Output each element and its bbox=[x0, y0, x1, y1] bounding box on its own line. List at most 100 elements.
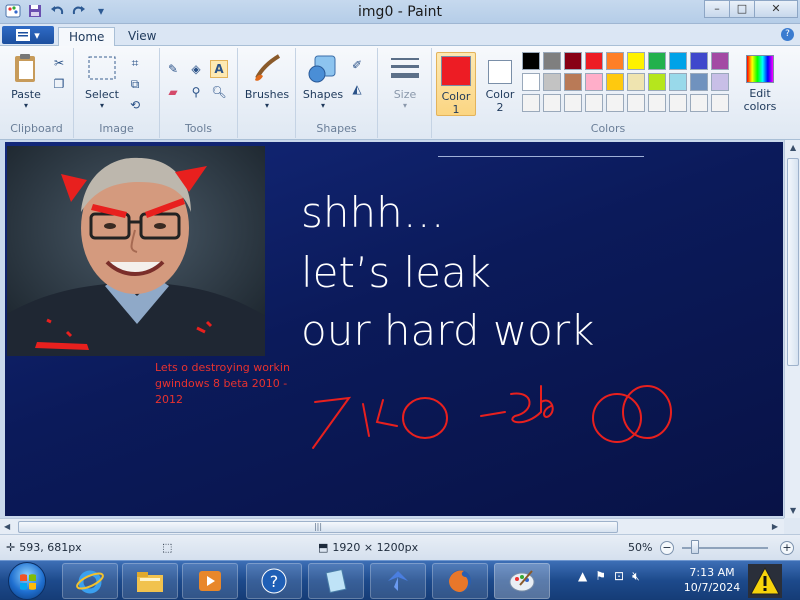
window-title: img0 - Paint bbox=[358, 4, 442, 20]
fill-icon[interactable]: ◈ bbox=[187, 60, 205, 78]
select-icon bbox=[86, 52, 118, 84]
text-icon[interactable]: A bbox=[210, 60, 228, 78]
palette-swatch[interactable] bbox=[522, 73, 540, 91]
ribbon: Paste ▾ ✂ ❐ Clipboard Select ▾ ⌗ ⧉ ⟲ Ima… bbox=[0, 46, 800, 140]
palette-swatch[interactable] bbox=[606, 94, 624, 112]
rotate-icon[interactable]: ⟲ bbox=[126, 96, 144, 114]
palette-swatch[interactable] bbox=[564, 94, 582, 112]
palette-swatch[interactable] bbox=[585, 52, 603, 70]
taskbar-app-bird[interactable] bbox=[370, 563, 426, 599]
zoom-in-icon[interactable]: + bbox=[780, 541, 794, 555]
resize-icon[interactable]: ⧉ bbox=[126, 75, 144, 93]
taskbar-clock[interactable]: 7:13 AM 10/7/2024 bbox=[680, 565, 744, 595]
size-group[interactable]: Size ▾ bbox=[378, 48, 432, 138]
show-hidden-icons-icon[interactable]: ▲ bbox=[578, 569, 587, 584]
paste-button[interactable]: Paste ▾ bbox=[4, 52, 48, 110]
outline-icon[interactable]: ✐ bbox=[348, 56, 366, 74]
paint-menu-button[interactable]: ▾ bbox=[2, 26, 54, 44]
zoom-slider-thumb[interactable] bbox=[690, 540, 699, 554]
scroll-down-icon[interactable]: ▼ bbox=[790, 506, 796, 515]
palette-swatch[interactable] bbox=[711, 73, 729, 91]
palette-swatch[interactable] bbox=[669, 73, 687, 91]
taskbar-firefox[interactable] bbox=[432, 563, 488, 599]
palette-swatch[interactable] bbox=[669, 94, 687, 112]
warning-icon[interactable] bbox=[748, 564, 782, 598]
paste-label: Paste bbox=[11, 88, 41, 101]
color2-button[interactable]: Color 2 bbox=[480, 52, 520, 114]
maximize-button[interactable]: □ bbox=[729, 0, 755, 18]
system-tray: ▲ ⚑ ⊡ 🔇︎ bbox=[578, 569, 640, 584]
magnifier-icon[interactable]: 🔍︎ bbox=[210, 83, 228, 101]
palette-swatch[interactable] bbox=[711, 52, 729, 70]
scroll-right-icon[interactable]: ▶ bbox=[772, 522, 778, 531]
palette-swatch[interactable] bbox=[690, 94, 708, 112]
palette-swatch[interactable] bbox=[606, 73, 624, 91]
palette-swatch[interactable] bbox=[648, 52, 666, 70]
palette-swatch[interactable] bbox=[585, 94, 603, 112]
horizontal-scroll-thumb[interactable]: ||| bbox=[18, 521, 618, 533]
start-button[interactable] bbox=[8, 562, 46, 600]
vertical-scrollbar[interactable]: ▲ ▼ bbox=[784, 140, 800, 518]
close-button[interactable]: ✕ bbox=[754, 0, 798, 18]
taskbar-media-player[interactable] bbox=[182, 563, 238, 599]
eraser-icon[interactable]: ▰ bbox=[164, 83, 182, 101]
scroll-left-icon[interactable]: ◀ bbox=[4, 522, 10, 531]
palette-swatch[interactable] bbox=[690, 73, 708, 91]
drawing-canvas[interactable]: shhh… let’s leak our hard work Lets o de… bbox=[5, 142, 783, 516]
chevron-down-icon: ▾ bbox=[23, 101, 28, 110]
taskbar-internet-explorer[interactable] bbox=[62, 563, 118, 599]
palette-swatch[interactable] bbox=[543, 94, 561, 112]
color1-button[interactable]: Color 1 bbox=[436, 52, 476, 116]
taskbar-file-explorer[interactable] bbox=[122, 563, 178, 599]
palette-swatch[interactable] bbox=[690, 52, 708, 70]
volume-muted-icon[interactable]: 🔇︎ bbox=[632, 569, 640, 584]
palette-swatch[interactable] bbox=[627, 52, 645, 70]
shapes-button[interactable]: Shapes ▾ bbox=[300, 52, 346, 110]
help-icon[interactable]: ? bbox=[781, 28, 794, 41]
tab-view[interactable]: View bbox=[118, 27, 166, 46]
taskbar-help[interactable]: ? bbox=[246, 563, 302, 599]
palette-swatch[interactable] bbox=[585, 73, 603, 91]
color2-swatch bbox=[488, 60, 512, 84]
palette-swatch[interactable] bbox=[543, 73, 561, 91]
palette-swatch[interactable] bbox=[522, 94, 540, 112]
palette-swatch[interactable] bbox=[606, 52, 624, 70]
cursor-position: ✛ 593, 681px bbox=[6, 541, 82, 554]
palette-swatch[interactable] bbox=[711, 94, 729, 112]
palette-swatch[interactable] bbox=[543, 52, 561, 70]
shape-fill-icon[interactable]: ◭ bbox=[348, 80, 366, 98]
horizontal-scrollbar[interactable]: ◀ ||| ▶ bbox=[0, 518, 784, 534]
minimize-button[interactable]: – bbox=[704, 0, 730, 18]
cut-icon[interactable]: ✂ bbox=[50, 54, 68, 72]
tab-home[interactable]: Home bbox=[58, 27, 116, 46]
palette-swatch[interactable] bbox=[627, 94, 645, 112]
zoom-out-icon[interactable]: − bbox=[660, 541, 674, 555]
network-icon[interactable]: ⊡ bbox=[614, 569, 624, 584]
chevron-down-icon: ▾ bbox=[34, 28, 40, 42]
palette-swatch[interactable] bbox=[627, 73, 645, 91]
edit-colors-button[interactable]: Edit colors bbox=[738, 52, 782, 113]
color-picker-icon[interactable]: ⚲ bbox=[187, 83, 205, 101]
palette-swatch[interactable] bbox=[564, 73, 582, 91]
size-button[interactable]: Size ▾ bbox=[384, 52, 426, 110]
palette-swatch[interactable] bbox=[669, 52, 687, 70]
copy-icon[interactable]: ❐ bbox=[50, 75, 68, 93]
taskbar-paint[interactable] bbox=[494, 563, 550, 599]
brushes-button[interactable]: Brushes ▾ bbox=[244, 52, 290, 110]
vertical-scroll-thumb[interactable] bbox=[787, 158, 799, 366]
pencil-icon[interactable]: ✎ bbox=[164, 60, 182, 78]
action-center-flag-icon[interactable]: ⚑ bbox=[595, 569, 606, 584]
select-button[interactable]: Select ▾ bbox=[82, 52, 122, 110]
brushes-group[interactable]: Brushes ▾ bbox=[238, 48, 296, 138]
scroll-up-icon[interactable]: ▲ bbox=[790, 143, 796, 152]
crop-icon[interactable]: ⌗ bbox=[126, 54, 144, 72]
palette-swatch[interactable] bbox=[564, 52, 582, 70]
taskbar-notepad[interactable] bbox=[308, 563, 364, 599]
palette-swatch[interactable] bbox=[522, 52, 540, 70]
palette-swatch[interactable] bbox=[648, 94, 666, 112]
slide-text-line1: shhh… bbox=[301, 188, 445, 237]
palette-swatch[interactable] bbox=[648, 73, 666, 91]
slide-text-line2: let’s leak bbox=[301, 248, 492, 297]
menu-icon bbox=[16, 29, 31, 41]
image-group-label: Image bbox=[99, 122, 134, 135]
